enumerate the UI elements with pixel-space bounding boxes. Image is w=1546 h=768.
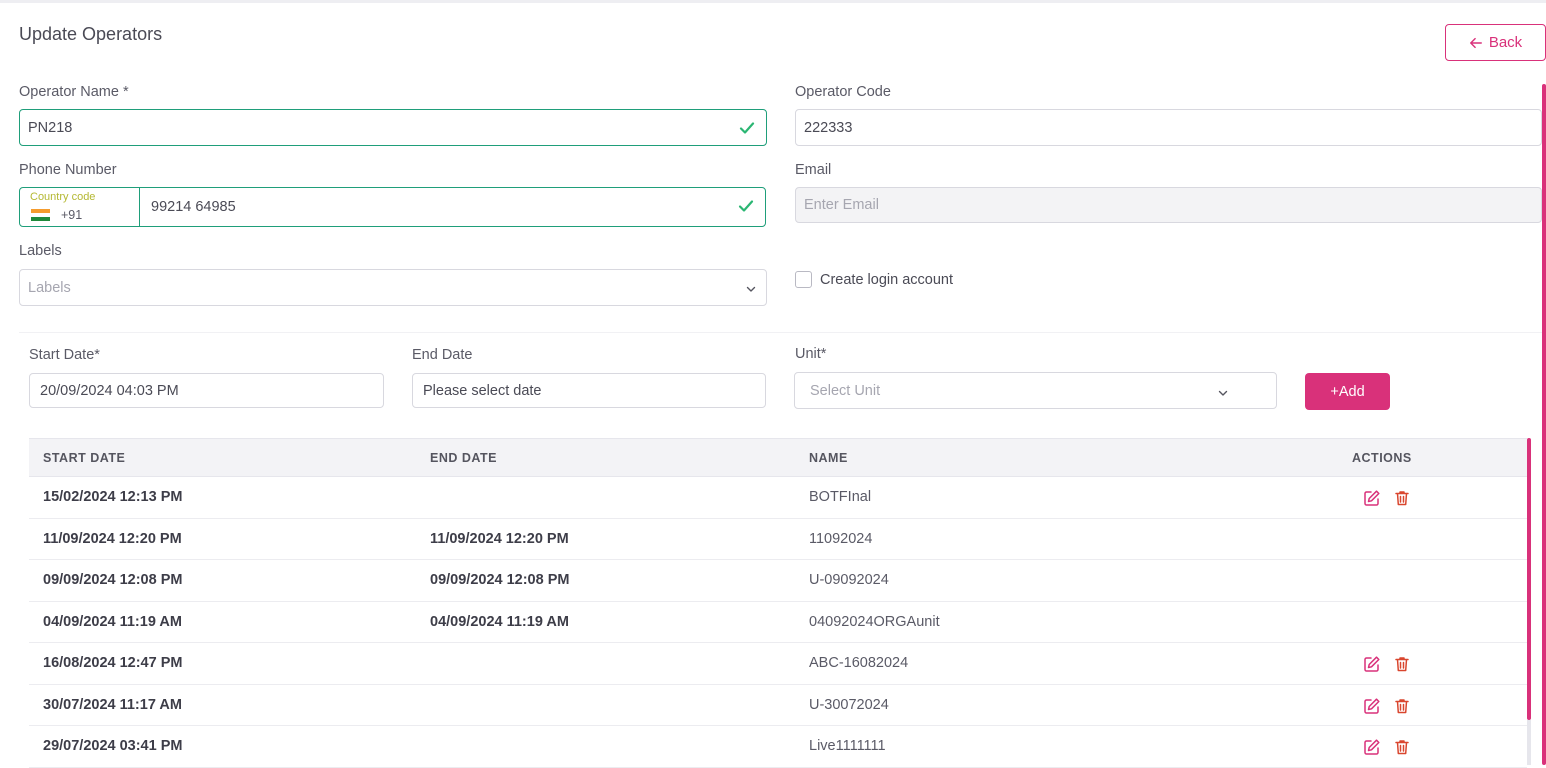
email-placeholder: Enter Email	[804, 197, 879, 213]
table-scrollbar-track[interactable]	[1527, 720, 1531, 765]
start-date-label: Start Date*	[29, 347, 100, 363]
country-code-label: Country code	[30, 191, 96, 203]
row-name: BOTFInal	[809, 489, 872, 505]
header-end-date: END DATE	[430, 451, 497, 465]
row-actions	[1363, 489, 1411, 507]
table-row: 16/08/2024 12:47 PM ABC-16082024	[29, 643, 1527, 685]
trash-icon[interactable]	[1393, 655, 1411, 673]
operator-name-input[interactable]: PN218	[19, 109, 767, 146]
operator-name-label: Operator Name *	[19, 84, 129, 100]
email-input[interactable]: Enter Email	[795, 187, 1542, 223]
row-start-date: 29/07/2024 03:41 PM	[43, 738, 183, 754]
row-name: 11092024	[809, 530, 873, 547]
end-date-input[interactable]: Please select date	[412, 373, 766, 408]
trash-icon[interactable]	[1393, 738, 1411, 756]
units-table: START DATE END DATE NAME ACTIONS 15/02/2…	[29, 438, 1527, 768]
check-icon	[739, 122, 755, 134]
edit-icon[interactable]	[1363, 697, 1381, 715]
email-label: Email	[795, 162, 832, 178]
labels-placeholder: Labels	[28, 279, 71, 296]
phone-number-input[interactable]: 99214 64985	[140, 188, 765, 226]
row-name: U-30072024	[809, 696, 889, 713]
labels-label: Labels	[19, 243, 62, 259]
table-row: 29/07/2024 03:41 PM Live1111111	[29, 726, 1527, 768]
table-header: START DATE END DATE NAME ACTIONS	[29, 438, 1527, 477]
start-date-value: 20/09/2024 04:03 PM	[40, 382, 179, 399]
phone-number-label: Phone Number	[19, 162, 117, 178]
edit-icon[interactable]	[1363, 655, 1381, 673]
row-end-date: 11/09/2024 12:20 PM	[430, 530, 569, 547]
row-name: U-09092024	[809, 572, 889, 588]
top-divider	[0, 0, 1546, 3]
back-button[interactable]: Back	[1445, 24, 1546, 61]
edit-icon[interactable]	[1363, 489, 1381, 507]
checkbox-box[interactable]	[795, 271, 812, 288]
page-scrollbar[interactable]	[1542, 84, 1546, 765]
table-row: 30/07/2024 11:17 AM U-30072024	[29, 685, 1527, 726]
row-start-date: 11/09/2024 12:20 PM	[43, 530, 182, 547]
row-end-date: 04/09/2024 11:19 AM	[430, 613, 569, 630]
arrow-left-icon	[1469, 37, 1482, 48]
end-date-placeholder: Please select date	[423, 382, 542, 399]
labels-select[interactable]: Labels	[19, 269, 767, 306]
unit-select[interactable]: Select Unit	[794, 372, 1277, 409]
chevron-down-icon	[1218, 390, 1228, 396]
trash-icon[interactable]	[1393, 489, 1411, 507]
create-login-label: Create login account	[820, 271, 953, 288]
check-icon	[738, 200, 754, 212]
phone-number-field: Country code +91 99214 64985	[19, 187, 766, 227]
country-code-select[interactable]: Country code +91	[20, 188, 140, 226]
india-flag-icon	[31, 209, 50, 221]
header-actions: ACTIONS	[1352, 451, 1412, 465]
back-label: Back	[1488, 34, 1523, 51]
create-login-checkbox[interactable]: Create login account	[795, 271, 953, 288]
table-row: 04/09/2024 11:19 AM 04/09/2024 11:19 AM 04…	[29, 602, 1527, 643]
row-actions	[1363, 697, 1411, 715]
row-start-date: 04/09/2024 11:19 AM	[43, 613, 182, 630]
trash-icon[interactable]	[1393, 697, 1411, 715]
row-actions	[1363, 738, 1411, 756]
unit-label: Unit*	[795, 346, 827, 362]
country-code-value: +91	[61, 208, 83, 222]
operator-code-value: 222333	[804, 119, 853, 136]
row-start-date: 15/02/2024 12:13 PM	[43, 489, 183, 505]
page-title: Update Operators	[19, 24, 163, 44]
row-start-date: 30/07/2024 11:17 AM	[43, 696, 182, 713]
header-start-date: START DATE	[43, 451, 126, 465]
add-unit-button[interactable]: +Add	[1305, 373, 1390, 410]
operator-code-input[interactable]: 222333	[795, 109, 1542, 146]
end-date-label: End Date	[412, 347, 473, 363]
row-start-date: 16/08/2024 12:47 PM	[43, 655, 183, 671]
phone-number-value: 99214 64985	[151, 199, 236, 215]
row-actions	[1363, 655, 1411, 673]
header-name: NAME	[809, 451, 848, 465]
row-name: 04092024ORGAunit	[809, 613, 940, 630]
row-name: Live1111111	[809, 738, 886, 754]
operator-name-value: PN218	[28, 119, 73, 136]
row-end-date: 09/09/2024 12:08 PM	[430, 572, 570, 588]
row-start-date: 09/09/2024 12:08 PM	[43, 572, 183, 588]
start-date-input[interactable]: 20/09/2024 04:03 PM	[29, 373, 384, 408]
row-name: ABC-16082024	[809, 655, 909, 671]
table-body: 15/02/2024 12:13 PM BOTFInal 11/09/2024 12…	[29, 477, 1527, 768]
chevron-down-icon	[746, 286, 756, 292]
table-row: 15/02/2024 12:13 PM BOTFInal	[29, 477, 1527, 519]
unit-placeholder: Select Unit	[810, 382, 881, 399]
edit-icon[interactable]	[1363, 738, 1381, 756]
operator-code-label: Operator Code	[795, 84, 891, 100]
table-row: 09/09/2024 12:08 PM 09/09/2024 12:08 PM U-…	[29, 560, 1527, 602]
table-scrollbar[interactable]	[1527, 438, 1531, 720]
table-row: 11/09/2024 12:20 PM 11/09/2024 12:20 PM 11…	[29, 519, 1527, 560]
